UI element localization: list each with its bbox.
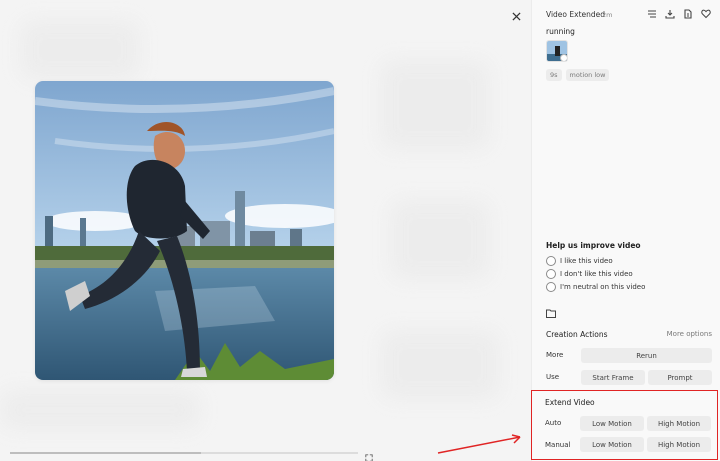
- download-icon: [665, 10, 675, 19]
- tag-duration: 9s: [546, 69, 562, 81]
- background-blur: [380, 330, 500, 400]
- heart-icon: [701, 9, 711, 19]
- radio-icon: [546, 282, 556, 292]
- extend-video-highlight-box: [531, 390, 718, 460]
- list-button[interactable]: [646, 8, 658, 20]
- feedback-like[interactable]: I like this video: [546, 256, 613, 266]
- thumbnail-badge-icon: [560, 54, 567, 61]
- radio-icon: [546, 256, 556, 266]
- start-frame-button[interactable]: Start Frame: [581, 370, 645, 385]
- tag-list: 9s motion low: [546, 69, 610, 81]
- list-icon: [648, 10, 656, 18]
- creation-actions-title: Creation Actions: [546, 330, 608, 339]
- more-options-link[interactable]: More options: [667, 330, 712, 338]
- row-label-more: More: [546, 351, 564, 359]
- fullscreen-icon: [365, 454, 373, 461]
- file-button[interactable]: [682, 8, 694, 20]
- feedback-dislike[interactable]: I don't like this video: [546, 269, 633, 279]
- panel-timestamp: 2m: [602, 11, 613, 19]
- video-frame[interactable]: [35, 81, 334, 380]
- feedback-title: Help us improve video: [546, 241, 641, 250]
- panel-actions: [646, 8, 712, 20]
- scrubber-progress: [10, 452, 202, 454]
- source-thumbnail[interactable]: [546, 40, 568, 62]
- feedback-neutral[interactable]: I'm neutral on this video: [546, 282, 645, 292]
- prompt-text: running: [546, 27, 575, 36]
- download-button[interactable]: [664, 8, 676, 20]
- annotation-arrow-icon: [437, 434, 521, 454]
- rerun-button[interactable]: Rerun: [581, 348, 712, 363]
- running-man-image: [35, 81, 334, 380]
- folder-icon[interactable]: [546, 309, 556, 318]
- background-blur: [380, 60, 490, 150]
- file-icon: [684, 9, 692, 19]
- prompt-button[interactable]: Prompt: [648, 370, 712, 385]
- fullscreen-button[interactable]: [365, 447, 377, 461]
- tag-motion: motion low: [565, 69, 610, 81]
- panel-title: Video Extended: [546, 10, 606, 19]
- video-preview-area: [0, 0, 531, 461]
- favorite-button[interactable]: [700, 8, 712, 20]
- close-button[interactable]: [508, 8, 524, 24]
- close-icon: [511, 11, 521, 21]
- background-blur: [390, 200, 490, 280]
- radio-icon: [546, 269, 556, 279]
- video-scrubber[interactable]: [10, 452, 358, 454]
- background-blur: [20, 20, 140, 80]
- background-blur: [0, 390, 200, 430]
- row-label-use: Use: [546, 373, 560, 381]
